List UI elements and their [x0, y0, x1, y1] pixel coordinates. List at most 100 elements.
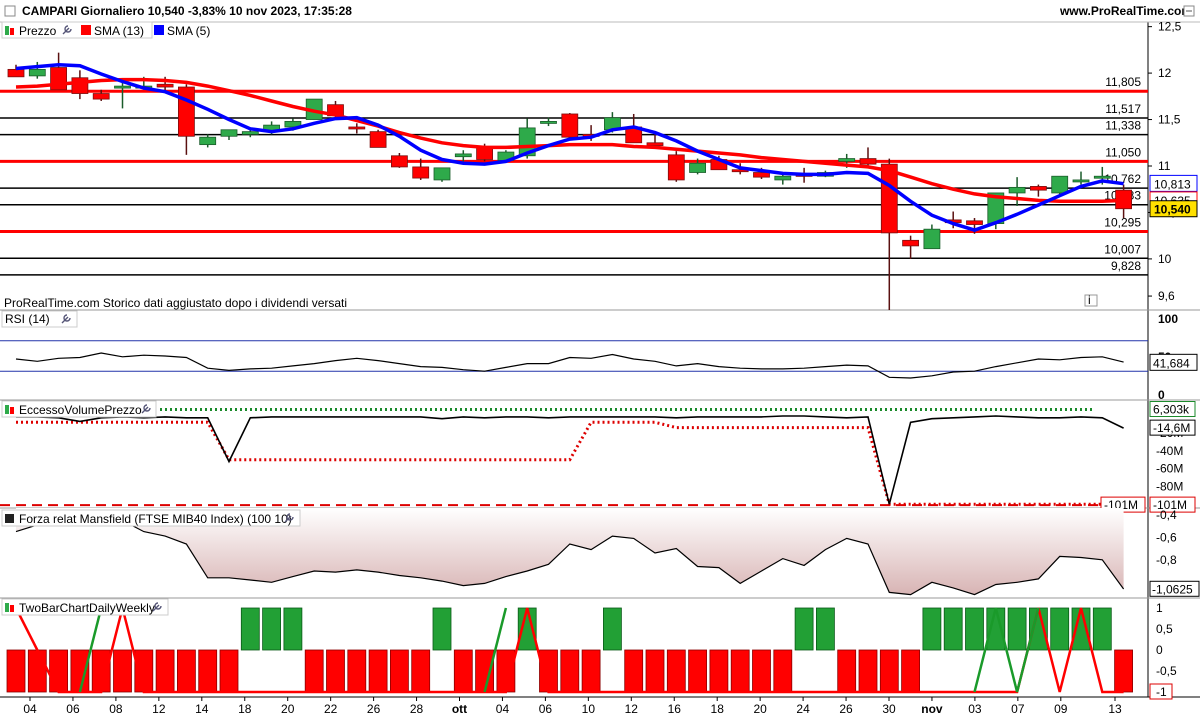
x-tick-label: 04 — [23, 702, 37, 716]
info-icon[interactable] — [1084, 294, 1098, 307]
candle — [667, 154, 685, 181]
twobar-tick-label: -0,5 — [1156, 664, 1177, 678]
mansfield-title: Forza relat Mansfield (FTSE MIB40 Index)… — [19, 512, 292, 526]
twobar-bar — [816, 607, 835, 651]
x-tick-label: ott — [452, 702, 467, 716]
candle — [838, 158, 856, 162]
x-tick-label: 03 — [968, 702, 982, 716]
price-tag-label: 10,540 — [1154, 203, 1191, 217]
candle — [28, 68, 46, 77]
x-tick-label: 07 — [1011, 702, 1025, 716]
level-label: 11,050 — [1105, 145, 1141, 159]
twobar-title: TwoBarChartDailyWeekly — [19, 601, 155, 615]
candle — [177, 86, 195, 137]
twobar-tick-label: 0 — [1156, 643, 1163, 657]
twobar-bar — [773, 649, 793, 693]
x-tick-label: 22 — [324, 702, 338, 716]
twobar-bar — [1092, 607, 1112, 651]
candle — [71, 77, 89, 94]
twobar-bar — [49, 649, 68, 693]
twobar-bar — [389, 649, 409, 693]
candle — [390, 155, 408, 168]
candle — [753, 172, 770, 178]
twobar-bar — [581, 649, 601, 693]
x-tick-label: nov — [921, 702, 943, 716]
candle — [156, 83, 174, 88]
twobar-bar — [560, 649, 580, 693]
twobar-bar — [879, 649, 899, 693]
chart-svg[interactable]: 11,80511,51711,33811,05010,76210,58310,2… — [0, 0, 1200, 720]
volume-tag-label: -14,6M — [1153, 421, 1190, 435]
twobar-bar — [6, 649, 26, 693]
twobar-bar — [1114, 649, 1133, 693]
twobar-bar — [922, 607, 942, 651]
level-label: 9,828 — [1111, 259, 1141, 273]
volume-red-dotted — [16, 420, 1124, 506]
x-tick-label: 06 — [66, 702, 80, 716]
twobar-bar — [453, 649, 473, 693]
price-tick-label: 12,5 — [1158, 20, 1182, 34]
rsi-tag-label: 41,684 — [1153, 356, 1190, 370]
twobar-bar — [176, 649, 196, 693]
candle — [1051, 175, 1069, 194]
window-icon[interactable] — [4, 5, 16, 17]
twobar-bar — [283, 607, 303, 651]
twobar-bar — [965, 607, 984, 651]
x-tick-label: 08 — [109, 702, 123, 716]
twobar-bar — [1007, 607, 1027, 651]
candle — [199, 136, 217, 146]
candle — [880, 163, 898, 234]
candle — [902, 239, 919, 247]
candle — [7, 68, 25, 78]
candle — [859, 158, 877, 165]
twobar-bar — [645, 649, 665, 693]
x-tick-label: 13 — [1108, 702, 1122, 716]
twobar-bar — [27, 649, 47, 693]
twobar-tick-label: 0,5 — [1156, 622, 1173, 636]
twobar-bar — [219, 649, 239, 693]
twobar-bar — [240, 607, 260, 651]
volume-tick-label: -80M — [1156, 479, 1183, 493]
price-tick-label: 11,5 — [1158, 113, 1181, 127]
x-tick-label: 04 — [496, 702, 510, 716]
x-tick-label: 14 — [195, 702, 209, 716]
rsi-tick-label: 100 — [1158, 312, 1178, 326]
mansfield-tick-label: -0,8 — [1156, 553, 1177, 567]
x-tick-label: 18 — [711, 702, 725, 716]
twobar-bar — [837, 649, 857, 693]
x-tick-label: 20 — [753, 702, 767, 716]
twobar-tick-label: 1 — [1156, 601, 1163, 615]
x-tick-label: 20 — [281, 702, 295, 716]
twobar-bar — [155, 649, 175, 693]
info-icon-glyph: i — [1088, 293, 1091, 307]
twobar-bar — [666, 649, 686, 693]
twobar-bar — [858, 649, 878, 693]
twobar-bar — [326, 649, 345, 693]
level-label: 10,007 — [1104, 242, 1141, 256]
twobar-bar — [794, 607, 814, 651]
candle — [92, 93, 110, 100]
volume-tick-label: -60M — [1156, 462, 1183, 476]
price-tick-label: 11 — [1158, 159, 1171, 173]
candle — [540, 121, 557, 124]
candle — [1030, 186, 1047, 191]
x-tick-label: 10 — [582, 702, 596, 716]
candle — [923, 228, 941, 250]
x-tick-label: 06 — [539, 702, 553, 716]
legend-label: SMA (5) — [167, 24, 210, 38]
candle — [689, 162, 706, 173]
mansfield-tick-label: -0,4 — [1156, 508, 1177, 522]
legend-swatch — [81, 25, 91, 35]
candle — [1072, 179, 1090, 183]
candle — [1093, 175, 1111, 179]
candle — [348, 126, 366, 130]
x-tick-label: 26 — [367, 702, 381, 716]
x-tick-label: 09 — [1054, 702, 1068, 716]
price-tick-label: 12 — [1158, 66, 1172, 80]
candle — [433, 167, 451, 181]
twobar-bar — [901, 649, 920, 693]
candle — [220, 129, 238, 137]
twobar-bar — [603, 607, 622, 651]
rsi-tick-label: 0 — [1158, 388, 1165, 402]
x-tick-label: 30 — [882, 702, 896, 716]
